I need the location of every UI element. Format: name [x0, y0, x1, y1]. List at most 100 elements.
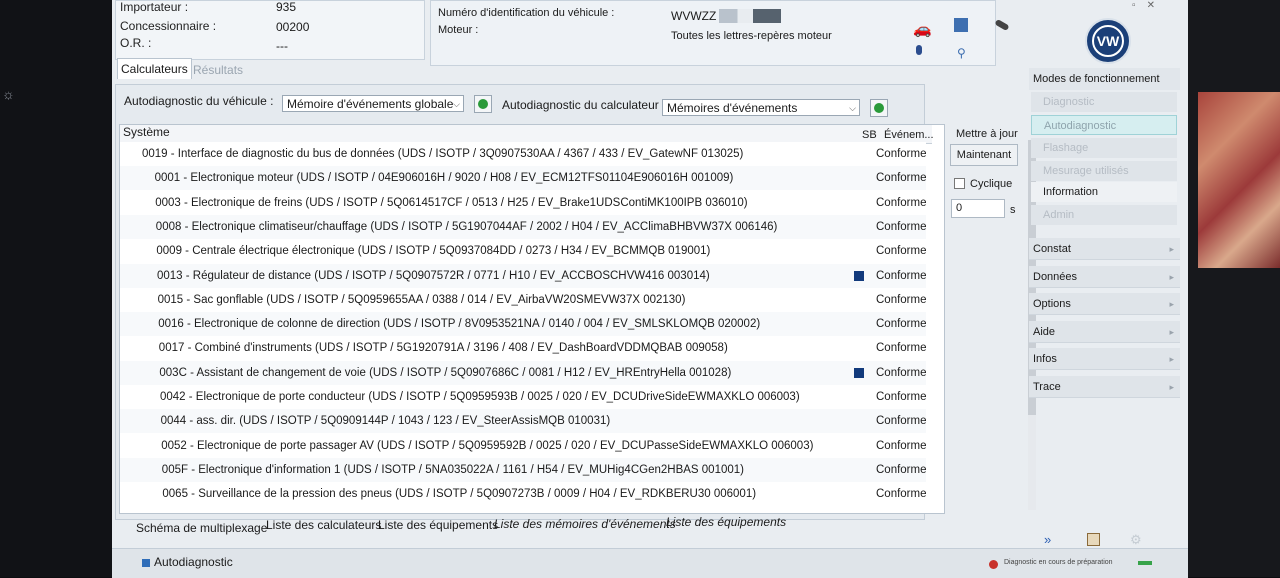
- service-bulletin-icon[interactable]: [854, 270, 864, 281]
- table-row[interactable]: 0042 - Electronique de porte conducteur …: [120, 385, 927, 409]
- table-row[interactable]: 0015 - Sac gonflable (UDS / ISOTP / 5Q09…: [120, 287, 927, 312]
- vehicle-icons: 🚗 ⚲: [897, 8, 1010, 64]
- cyclic-label: Cyclique: [970, 178, 1013, 190]
- service-bulletin-icon[interactable]: [854, 367, 864, 378]
- ecu-diag-go-button[interactable]: [870, 99, 888, 117]
- menu-trace-label: Trace: [1033, 381, 1061, 393]
- menu-constat[interactable]: Constat ▸: [1029, 238, 1180, 260]
- table-row[interactable]: 003C - Assistant de changement de voie (…: [120, 360, 927, 385]
- table-row[interactable]: 0019 - Interface de diagnostic du bus de…: [120, 142, 927, 166]
- chevron-right-icon: ▸: [1169, 272, 1174, 282]
- row-result: Conforme: [876, 439, 927, 452]
- mode-diagnostic[interactable]: Diagnostic: [1031, 92, 1177, 112]
- row-result: Conforme: [876, 172, 927, 185]
- table-row[interactable]: 0065 - Surveillance de la pression des p…: [120, 482, 927, 507]
- mode-flashage[interactable]: Flashage: [1031, 138, 1177, 158]
- menu-trace[interactable]: Trace ▸: [1029, 376, 1180, 398]
- tab-ecu-list[interactable]: Liste des calculateurs: [266, 513, 381, 537]
- menu-options[interactable]: Options ▸: [1029, 293, 1180, 315]
- table-row[interactable]: 0016 - Electronique de colonne de direct…: [120, 312, 927, 337]
- tab-multiplex-schema[interactable]: Schéma de multiplexage: [136, 516, 267, 540]
- mode-autodiagnostic[interactable]: Autodiagnostic: [1031, 115, 1177, 135]
- key-icon[interactable]: [994, 18, 1010, 32]
- error-icon: [989, 560, 998, 569]
- row-system: 0008 - Electronique climatiseur/chauffag…: [155, 220, 778, 233]
- mode-mesurage[interactable]: Mesurage utilisés: [1031, 161, 1177, 181]
- row-system: 0044 - ass. dir. (UDS / ISOTP / 5Q090914…: [160, 415, 611, 428]
- menu-donnees[interactable]: Données ▸: [1029, 266, 1180, 288]
- row-result: Conforme: [876, 318, 927, 331]
- logo-area: VW: [1030, 8, 1180, 72]
- grid-icon[interactable]: [1087, 533, 1100, 546]
- forward-icon[interactable]: »: [1044, 532, 1051, 547]
- cyclic-interval-input[interactable]: 0: [951, 199, 1005, 218]
- table-row[interactable]: 0052 - Electronique de porte passager AV…: [120, 433, 927, 458]
- monitor-bezel-left: ☼: [0, 0, 112, 577]
- row-system: 0019 - Interface de diagnostic du bus de…: [142, 148, 744, 160]
- row-result: Conforme: [876, 415, 927, 428]
- menu-constat-label: Constat: [1033, 243, 1071, 255]
- vehicle-diag-value: Mémoire d'événements globale: [287, 97, 454, 111]
- row-system: 0015 - Sac gonflable (UDS / ISOTP / 5Q09…: [157, 293, 686, 306]
- chevron-right-icon: ▸: [1169, 382, 1174, 392]
- car-icon[interactable]: 🚗: [913, 20, 932, 38]
- column-header-event[interactable]: Événem...: [884, 129, 934, 141]
- row-result: Conforme: [876, 366, 927, 379]
- vehicle-diag-go-button[interactable]: [474, 95, 492, 113]
- table-row[interactable]: 0003 - Electronique de freins (UDS / ISO…: [120, 190, 927, 215]
- row-result: Conforme: [876, 269, 927, 282]
- column-header-sb[interactable]: SB: [862, 129, 877, 141]
- table-row[interactable]: 005F - Electronique d'information 1 (UDS…: [120, 457, 927, 482]
- progress-indicator: [1138, 561, 1152, 565]
- table-row[interactable]: 0017 - Combiné d'instruments (UDS / ISOT…: [120, 336, 927, 361]
- mode-information[interactable]: Information: [1031, 182, 1177, 202]
- table-row[interactable]: 0044 - ass. dir. (UDS / ISOTP / 5Q090914…: [120, 409, 927, 434]
- tab-calculateurs[interactable]: Calculateurs: [117, 58, 192, 79]
- background-window: [1198, 92, 1280, 268]
- table-row[interactable]: 0001 - Electronique moteur (UDS / ISOTP …: [120, 166, 927, 191]
- network-icon[interactable]: [954, 18, 968, 32]
- vin-label: Numéro d'identification du véhicule :: [438, 7, 615, 19]
- menu-options-label: Options: [1033, 298, 1071, 310]
- table-row[interactable]: 0009 - Centrale électrique électronique …: [120, 239, 927, 264]
- row-result: Conforme: [876, 196, 927, 209]
- row-result: Conforme: [876, 245, 927, 258]
- mode-admin[interactable]: Admin: [1031, 205, 1177, 225]
- cyclic-checkbox[interactable]: [954, 178, 965, 189]
- interval-unit: s: [1010, 204, 1016, 216]
- menu-infos[interactable]: Infos ▸: [1029, 348, 1180, 370]
- plug-icon[interactable]: ⚲: [957, 46, 966, 60]
- tab-equipment-list-2[interactable]: Liste des équipements: [666, 510, 786, 534]
- row-result: Conforme: [876, 293, 927, 306]
- vin-redaction: [719, 9, 781, 23]
- modes-title-label: Modes de fonctionnement: [1033, 73, 1160, 85]
- row-system: 0013 - Régulateur de distance (UDS / ISO…: [157, 269, 710, 282]
- row-system: 0009 - Centrale électrique électronique …: [156, 245, 711, 258]
- vehicle-diag-select[interactable]: Mémoire d'événements globale ⌵: [282, 95, 464, 112]
- update-now-button[interactable]: Maintenant: [950, 144, 1018, 166]
- row-result: Conforme: [876, 488, 927, 501]
- vw-logo-mark: VW: [1092, 25, 1124, 57]
- status-mode: Autodiagnostic: [154, 555, 233, 569]
- battery-icon[interactable]: [916, 45, 922, 55]
- vehicle-diag-label: Autodiagnostic du véhicule :: [124, 94, 274, 108]
- or-value: ---: [276, 39, 288, 53]
- row-system: 005F - Electronique d'information 1 (UDS…: [161, 463, 744, 476]
- row-result: Conforme: [876, 342, 927, 355]
- modes-title: Modes de fonctionnement: [1029, 68, 1180, 90]
- update-label: Mettre à jour: [956, 128, 1018, 140]
- table-row[interactable]: 0008 - Electronique climatiseur/chauffag…: [120, 214, 927, 239]
- tab-equipment-list[interactable]: Liste des équipements: [378, 513, 498, 537]
- column-header-system[interactable]: Système: [123, 125, 170, 139]
- settings-icon[interactable]: ⚙: [1130, 532, 1142, 548]
- status-mode-icon: [142, 559, 150, 567]
- ecu-diag-select[interactable]: Mémoires d'événements ⌵: [662, 99, 860, 116]
- engine-label: Moteur :: [438, 24, 479, 36]
- row-system: 0001 - Electronique moteur (UDS / ISOTP …: [154, 172, 734, 185]
- tab-event-memory-list[interactable]: Liste des mémoires d'événements: [494, 512, 676, 536]
- tab-resultats[interactable]: Résultats: [190, 60, 246, 80]
- menu-aide[interactable]: Aide ▸: [1029, 321, 1180, 343]
- table-row[interactable]: 0013 - Régulateur de distance (UDS / ISO…: [120, 263, 927, 288]
- chevron-right-icon: ▸: [1169, 354, 1174, 364]
- row-system: 0042 - Electronique de porte conducteur …: [160, 391, 800, 403]
